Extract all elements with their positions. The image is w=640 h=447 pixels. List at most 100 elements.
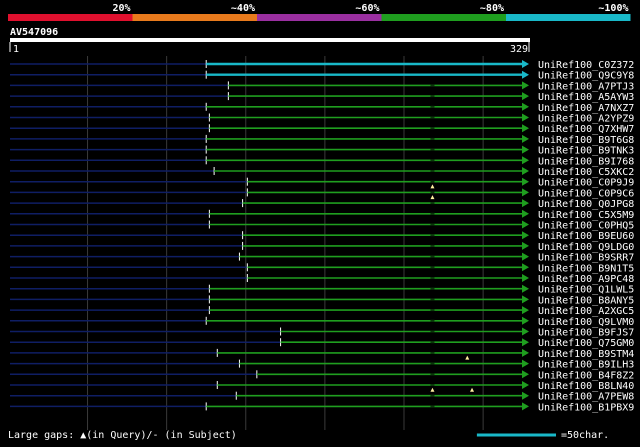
hit-label[interactable]: UniRef100_Q75GM0: [538, 338, 634, 349]
hit-arrowhead: [522, 327, 529, 336]
hit-label[interactable]: UniRef100_A2XGC5: [538, 306, 634, 317]
hit-label[interactable]: UniRef100_B9ILH3: [538, 360, 634, 371]
hit-arrowhead: [522, 306, 529, 315]
hit-label[interactable]: UniRef100_B9T6G8: [538, 135, 634, 146]
hit-row[interactable]: UniRef100_B8LN40: [10, 381, 634, 392]
hit-row[interactable]: UniRef100_C5X5M9: [10, 209, 634, 221]
hit-row[interactable]: UniRef100_Q1LWL5: [10, 284, 634, 296]
scale-label: ~100%: [598, 3, 628, 14]
hit-label[interactable]: UniRef100_C0PHQ5: [538, 221, 634, 232]
hit-label[interactable]: UniRef100_C5XKC2: [538, 167, 634, 178]
hit-arrowhead: [522, 263, 529, 272]
hit-label[interactable]: UniRef100_C0Z372: [538, 60, 634, 71]
hit-label[interactable]: UniRef100_Q9C9Y8: [538, 71, 634, 82]
scale-segment: [506, 14, 631, 21]
query-start-label: 1: [13, 44, 19, 55]
hit-row[interactable]: UniRef100_B9STM4: [10, 348, 634, 360]
hit-arrowhead: [522, 145, 529, 154]
hit-arrowhead: [522, 241, 529, 250]
hit-label[interactable]: UniRef100_B9STM4: [538, 349, 634, 360]
scale-label: 20%: [112, 3, 130, 14]
hit-label[interactable]: UniRef100_Q9LVM0: [538, 317, 634, 328]
hit-row[interactable]: UniRef100_A2YPZ9: [10, 113, 634, 125]
scale-label: ~60%: [355, 3, 379, 14]
hit-row[interactable]: UniRef100_A2XGC5: [10, 306, 634, 317]
query-gap-mark: [430, 195, 435, 200]
hit-label[interactable]: UniRef100_Q0JPG8: [538, 199, 634, 210]
hit-label[interactable]: UniRef100_A9PC48: [538, 274, 634, 285]
hit-row[interactable]: UniRef100_B8ANY5: [10, 295, 634, 306]
hit-arrowhead: [522, 231, 529, 240]
hit-label[interactable]: UniRef100_B9N1T5: [538, 263, 634, 274]
hit-list: UniRef100_C0Z372UniRef100_Q9C9Y8UniRef10…: [10, 60, 634, 413]
hit-row[interactable]: UniRef100_Q9LDG0: [10, 241, 634, 253]
hit-row[interactable]: UniRef100_C0PHQ5: [10, 220, 634, 232]
hit-row[interactable]: UniRef100_B1PBX9: [10, 402, 634, 413]
scale-label: ~40%: [231, 3, 255, 14]
gaps-legend: Large gaps: ▲(in Query)/- (in Subject): [8, 430, 237, 441]
hit-row[interactable]: UniRef100_Q75GM0: [10, 338, 634, 349]
query-end-label: 329: [510, 44, 528, 55]
hit-arrowhead: [522, 220, 529, 229]
hit-row[interactable]: UniRef100_A5AYW3: [10, 92, 634, 103]
hit-row[interactable]: UniRef100_A7PTJ3: [10, 81, 634, 92]
identity-color-scale: 20% ~40% ~60% ~80% ~100%: [8, 3, 631, 21]
hit-arrowhead: [522, 124, 529, 133]
hit-arrowhead: [522, 188, 529, 197]
hit-arrowhead: [522, 70, 529, 79]
hit-label[interactable]: UniRef100_C5X5M9: [538, 210, 634, 221]
hit-label[interactable]: UniRef100_B1PBX9: [538, 402, 634, 413]
hit-row[interactable]: UniRef100_Q9LVM0: [10, 316, 634, 328]
hit-label[interactable]: UniRef100_B9TNK3: [538, 146, 634, 157]
alignment-diagram: 20% ~40% ~60% ~80% ~100% AV547096 1 329 UniR…: [8, 3, 634, 441]
hit-label[interactable]: UniRef100_B9SRR7: [538, 253, 634, 264]
hit-row[interactable]: UniRef100_Q9C9Y8: [10, 70, 634, 82]
hit-label[interactable]: UniRef100_C0P9C6: [538, 188, 634, 199]
hit-arrowhead: [522, 370, 529, 379]
hit-arrowhead: [522, 391, 529, 400]
query-gap-mark: [465, 355, 470, 360]
hit-row[interactable]: UniRef100_B9N1T5: [10, 263, 634, 274]
hit-row[interactable]: UniRef100_A7NXZ7: [10, 102, 634, 114]
scale-legend-label: =50char.: [561, 430, 609, 441]
hit-row[interactable]: UniRef100_C0P9J9: [10, 177, 634, 189]
hit-label[interactable]: UniRef100_B9EU60: [538, 231, 634, 242]
hit-arrowhead: [522, 338, 529, 347]
hit-label[interactable]: UniRef100_B8LN40: [538, 381, 634, 392]
hit-row[interactable]: UniRef100_B4F8Z2: [10, 370, 634, 381]
hit-label[interactable]: UniRef100_Q7XHW7: [538, 124, 634, 135]
scale-label: ~80%: [480, 3, 504, 14]
hit-label[interactable]: UniRef100_C0P9J9: [538, 178, 634, 189]
hit-label[interactable]: UniRef100_A7NXZ7: [538, 103, 634, 114]
hit-arrowhead: [522, 81, 529, 90]
hit-label[interactable]: UniRef100_B9FJS7: [538, 328, 634, 339]
hit-label[interactable]: UniRef100_B8ANY5: [538, 295, 634, 306]
hit-arrowhead: [522, 209, 529, 218]
hit-arrowhead: [522, 381, 529, 389]
hit-arrowhead: [522, 252, 529, 261]
query-gap-mark: [470, 387, 475, 392]
hit-row[interactable]: UniRef100_B9EU60: [10, 231, 634, 242]
hit-label[interactable]: UniRef100_A7PTJ3: [538, 81, 634, 92]
hit-label[interactable]: UniRef100_Q1LWL5: [538, 285, 634, 296]
hit-row[interactable]: UniRef100_B9FJS7: [10, 327, 634, 339]
scale-segment: [381, 14, 506, 21]
hit-row[interactable]: UniRef100_C5XKC2: [10, 167, 634, 178]
hit-label[interactable]: UniRef100_A7PEW8: [538, 392, 634, 403]
hit-arrowhead: [522, 113, 529, 122]
hit-row[interactable]: UniRef100_B9T6G8: [10, 134, 634, 146]
hit-row[interactable]: UniRef100_B9SRR7: [10, 252, 634, 264]
hit-row[interactable]: UniRef100_C0Z372: [10, 60, 634, 71]
hit-label[interactable]: UniRef100_B4F8Z2: [538, 370, 634, 381]
hit-arrowhead: [522, 167, 529, 175]
hit-label[interactable]: UniRef100_A5AYW3: [538, 92, 634, 103]
hit-arrowhead: [522, 359, 529, 368]
hit-label[interactable]: UniRef100_Q9LDG0: [538, 242, 634, 253]
hit-arrowhead: [522, 156, 529, 165]
hit-row[interactable]: UniRef100_Q7XHW7: [10, 124, 634, 135]
hit-row[interactable]: UniRef100_A9PC48: [10, 274, 634, 285]
hit-label[interactable]: UniRef100_A2YPZ9: [538, 114, 634, 125]
hit-row[interactable]: UniRef100_B9TNK3: [10, 145, 634, 157]
hit-row[interactable]: UniRef100_B9I768: [10, 156, 634, 167]
hit-label[interactable]: UniRef100_B9I768: [538, 156, 634, 167]
